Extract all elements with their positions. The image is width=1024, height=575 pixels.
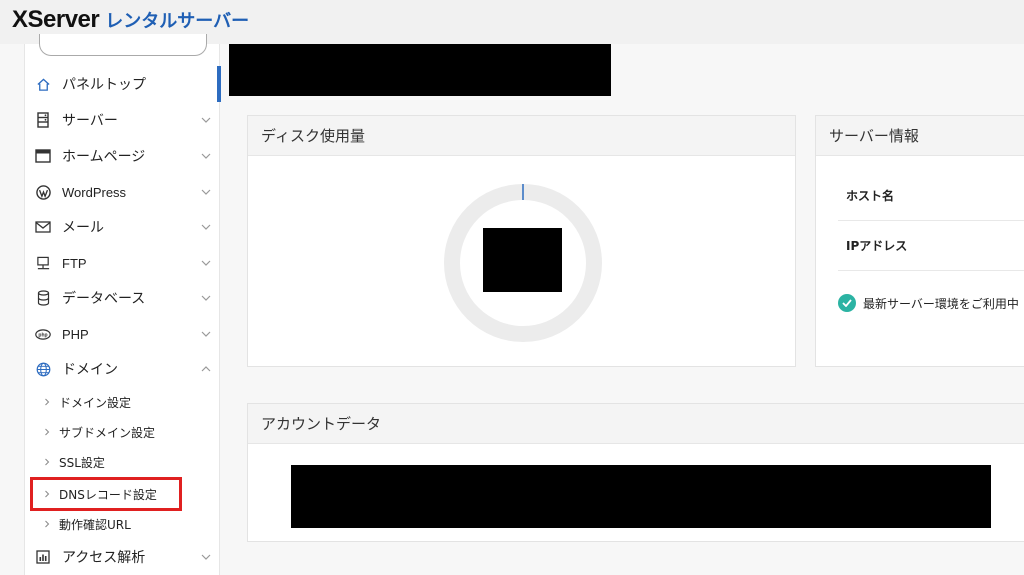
ip-address-label: IPアドレス xyxy=(846,239,908,253)
account-data-card: アカウントデータ xyxy=(247,403,1024,542)
logo-secondary: レンタルサーバー xyxy=(105,11,250,32)
chevron-down-icon xyxy=(201,117,211,123)
chevron-down-icon xyxy=(201,189,211,195)
sidebar-subitem-domain-settings[interactable]: ドメイン設定 xyxy=(43,388,213,416)
disk-usage-card: ディスク使用量 xyxy=(247,115,796,367)
dns-record-highlight-box xyxy=(30,477,182,511)
sidebar-item-mail[interactable]: メール xyxy=(25,209,221,245)
sidebar-item-access-analytics[interactable]: アクセス解析 xyxy=(25,539,221,575)
redacted-area xyxy=(483,228,562,292)
sidebar-subitem-test-url[interactable]: 動作確認URL xyxy=(43,510,213,538)
sidebar-item-php[interactable]: php PHP xyxy=(25,316,221,352)
account-data-title: アカウントデータ xyxy=(248,404,1024,444)
redacted-area xyxy=(229,44,611,96)
disk-usage-title: ディスク使用量 xyxy=(248,116,795,156)
redacted-area xyxy=(291,465,991,528)
xserver-logo[interactable]: XServer レンタルサーバー xyxy=(12,6,249,34)
sidebar-item-label: ドメイン xyxy=(62,362,118,378)
chevron-down-icon xyxy=(201,331,211,337)
sidebar-item-label: PHP xyxy=(62,326,89,342)
chevron-right-icon xyxy=(45,398,50,406)
sidebar-item-database[interactable]: データベース xyxy=(25,280,221,316)
sidebar-item-label: ホームページ xyxy=(62,149,146,165)
chevron-down-icon xyxy=(201,295,211,301)
sidebar-subitem-label: SSL設定 xyxy=(59,455,105,470)
server-icon xyxy=(35,112,51,128)
analytics-icon xyxy=(35,549,51,565)
server-status-text: 最新サーバー環境をご利用中 xyxy=(863,296,1019,311)
sidebar-item-label: パネルトップ xyxy=(62,77,146,93)
chevron-down-icon xyxy=(201,260,211,266)
sidebar-subitem-ssl-settings[interactable]: SSL設定 xyxy=(43,448,213,476)
sidebar-item-label: WordPress xyxy=(62,184,127,200)
ftp-icon xyxy=(35,255,51,271)
chevron-up-icon xyxy=(201,366,211,372)
sidebar-item-ftp[interactable]: FTP xyxy=(25,245,221,281)
sidebar-item-label: FTP xyxy=(62,255,87,271)
server-status-notice: 最新サーバー環境をご利用中 xyxy=(838,294,1019,312)
sidebar-subitem-label: ドメイン設定 xyxy=(59,395,132,410)
mail-icon xyxy=(35,219,51,235)
globe-icon xyxy=(35,361,51,377)
chevron-right-icon xyxy=(45,428,50,436)
host-name-label: ホスト名 xyxy=(846,189,895,203)
sidebar-subitem-label: サブドメイン設定 xyxy=(59,425,156,440)
sidebar-item-homepage[interactable]: ホームページ xyxy=(25,138,221,174)
sidebar-item-label: アクセス解析 xyxy=(62,550,146,566)
sidebar-item-panel-top[interactable]: パネルトップ xyxy=(25,66,221,102)
sidebar-item-label: メール xyxy=(62,220,104,236)
home-icon xyxy=(35,76,51,92)
php-icon: php xyxy=(35,326,51,342)
sidebar-item-domain[interactable]: ドメイン xyxy=(25,351,221,387)
host-name-row: ホスト名 xyxy=(838,171,1024,221)
server-info-card: サーバー情報 ホスト名 IPアドレス 最新サーバー環境をご利用中 xyxy=(815,115,1024,367)
chevron-down-icon xyxy=(201,224,211,230)
check-circle-icon xyxy=(838,294,856,312)
wordpress-icon xyxy=(35,184,51,200)
sidebar-subitem-subdomain-settings[interactable]: サブドメイン設定 xyxy=(43,418,213,446)
ip-address-row: IPアドレス xyxy=(838,221,1024,271)
logo-primary: XServer xyxy=(12,6,100,33)
sidebar-item-wordpress[interactable]: WordPress xyxy=(25,174,221,210)
database-icon xyxy=(35,290,51,306)
sidebar-search-box[interactable] xyxy=(39,34,207,56)
sidebar-subitem-label: 動作確認URL xyxy=(59,517,131,532)
chevron-right-icon xyxy=(45,520,50,528)
chevron-down-icon xyxy=(201,153,211,159)
sidebar-item-label: サーバー xyxy=(62,113,118,129)
svg-text:php: php xyxy=(38,332,47,338)
sidebar-item-server[interactable]: サーバー xyxy=(25,102,221,138)
browser-window-icon xyxy=(35,148,51,164)
server-info-title: サーバー情報 xyxy=(816,116,1024,156)
chevron-down-icon xyxy=(201,554,211,560)
sidebar-item-label: データベース xyxy=(62,291,146,307)
chevron-right-icon xyxy=(45,458,50,466)
